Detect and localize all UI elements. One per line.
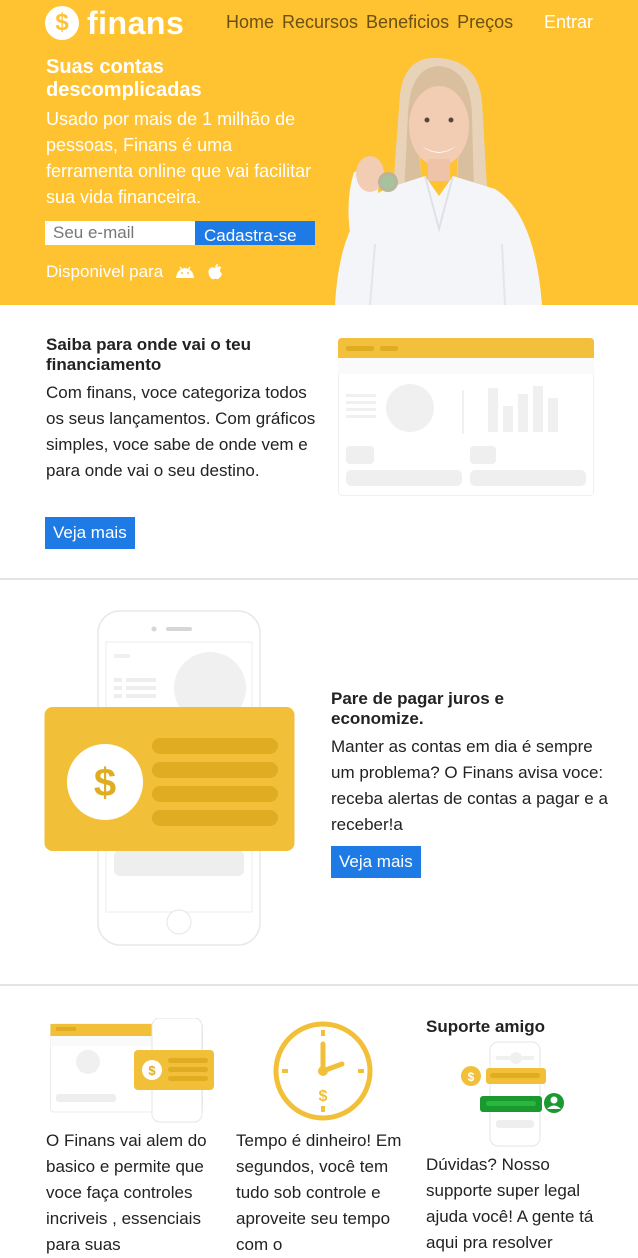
login-link[interactable]: Entrar bbox=[544, 12, 593, 33]
section1-more-button[interactable]: Veja mais bbox=[45, 517, 135, 549]
nav-precos[interactable]: Preços bbox=[457, 12, 513, 33]
hero-section: $ finans Home Recursos Beneficios Preços… bbox=[0, 0, 638, 305]
android-icon[interactable] bbox=[175, 265, 195, 279]
section-divider bbox=[0, 984, 638, 986]
email-input[interactable] bbox=[45, 221, 195, 245]
section1-title: Saiba para onde vai o teu financiamento bbox=[46, 335, 252, 374]
dollar-coin-icon: $ bbox=[45, 6, 79, 40]
nav-home[interactable]: Home bbox=[226, 12, 274, 33]
feature-time-text: Tempo é dinheiro! Em segundos, você tem … bbox=[236, 1131, 402, 1254]
controls-illustration: $ bbox=[50, 1018, 214, 1123]
support-chat-illustration: $ bbox=[461, 1041, 564, 1147]
logo[interactable]: $ finans bbox=[45, 4, 184, 42]
available-label: Disponivel para bbox=[46, 262, 164, 281]
feature-support-text: Dúvidas? Nosso supporte super legal ajud… bbox=[426, 1155, 594, 1252]
section2-more-button[interactable]: Veja mais bbox=[331, 846, 421, 878]
coin-dollar-icon: $ bbox=[148, 1063, 156, 1078]
signup-form: Cadastra-se bbox=[45, 221, 315, 245]
hero-text: Usado por mais de 1 milhão de pessoas, F… bbox=[46, 109, 312, 207]
section1-text: Com finans, voce categoriza todos os seu… bbox=[46, 383, 316, 480]
apple-icon[interactable] bbox=[207, 263, 223, 281]
feature-controls-text: O Finans vai alem do basico e permite qu… bbox=[46, 1131, 207, 1254]
clock-icon: $ bbox=[273, 1021, 373, 1121]
available-platforms: Disponivel para bbox=[46, 262, 223, 282]
hero-title: Suas contas descomplicadas bbox=[46, 56, 202, 101]
hero-woman-image bbox=[335, 57, 542, 305]
dashboard-illustration bbox=[338, 338, 594, 496]
section2-title: Pare de pagar juros e economize. bbox=[331, 689, 504, 728]
nav-beneficios[interactable]: Beneficios bbox=[366, 12, 449, 33]
support-title: Suporte amigo bbox=[426, 1017, 546, 1036]
nav-recursos[interactable]: Recursos bbox=[282, 12, 358, 33]
support-dollar-icon: $ bbox=[468, 1070, 475, 1084]
section-divider bbox=[0, 578, 638, 580]
logo-text: finans bbox=[87, 5, 185, 41]
phone-alert-illustration: $ bbox=[44, 610, 295, 946]
main-nav: Home Recursos Beneficios Preços bbox=[226, 12, 513, 33]
section2-text: Manter as contas em dia é sempre um prob… bbox=[331, 737, 608, 834]
signup-button[interactable]: Cadastra-se bbox=[195, 221, 315, 245]
card-dollar-icon: $ bbox=[94, 761, 116, 805]
clock-dollar-icon: $ bbox=[319, 1088, 328, 1105]
